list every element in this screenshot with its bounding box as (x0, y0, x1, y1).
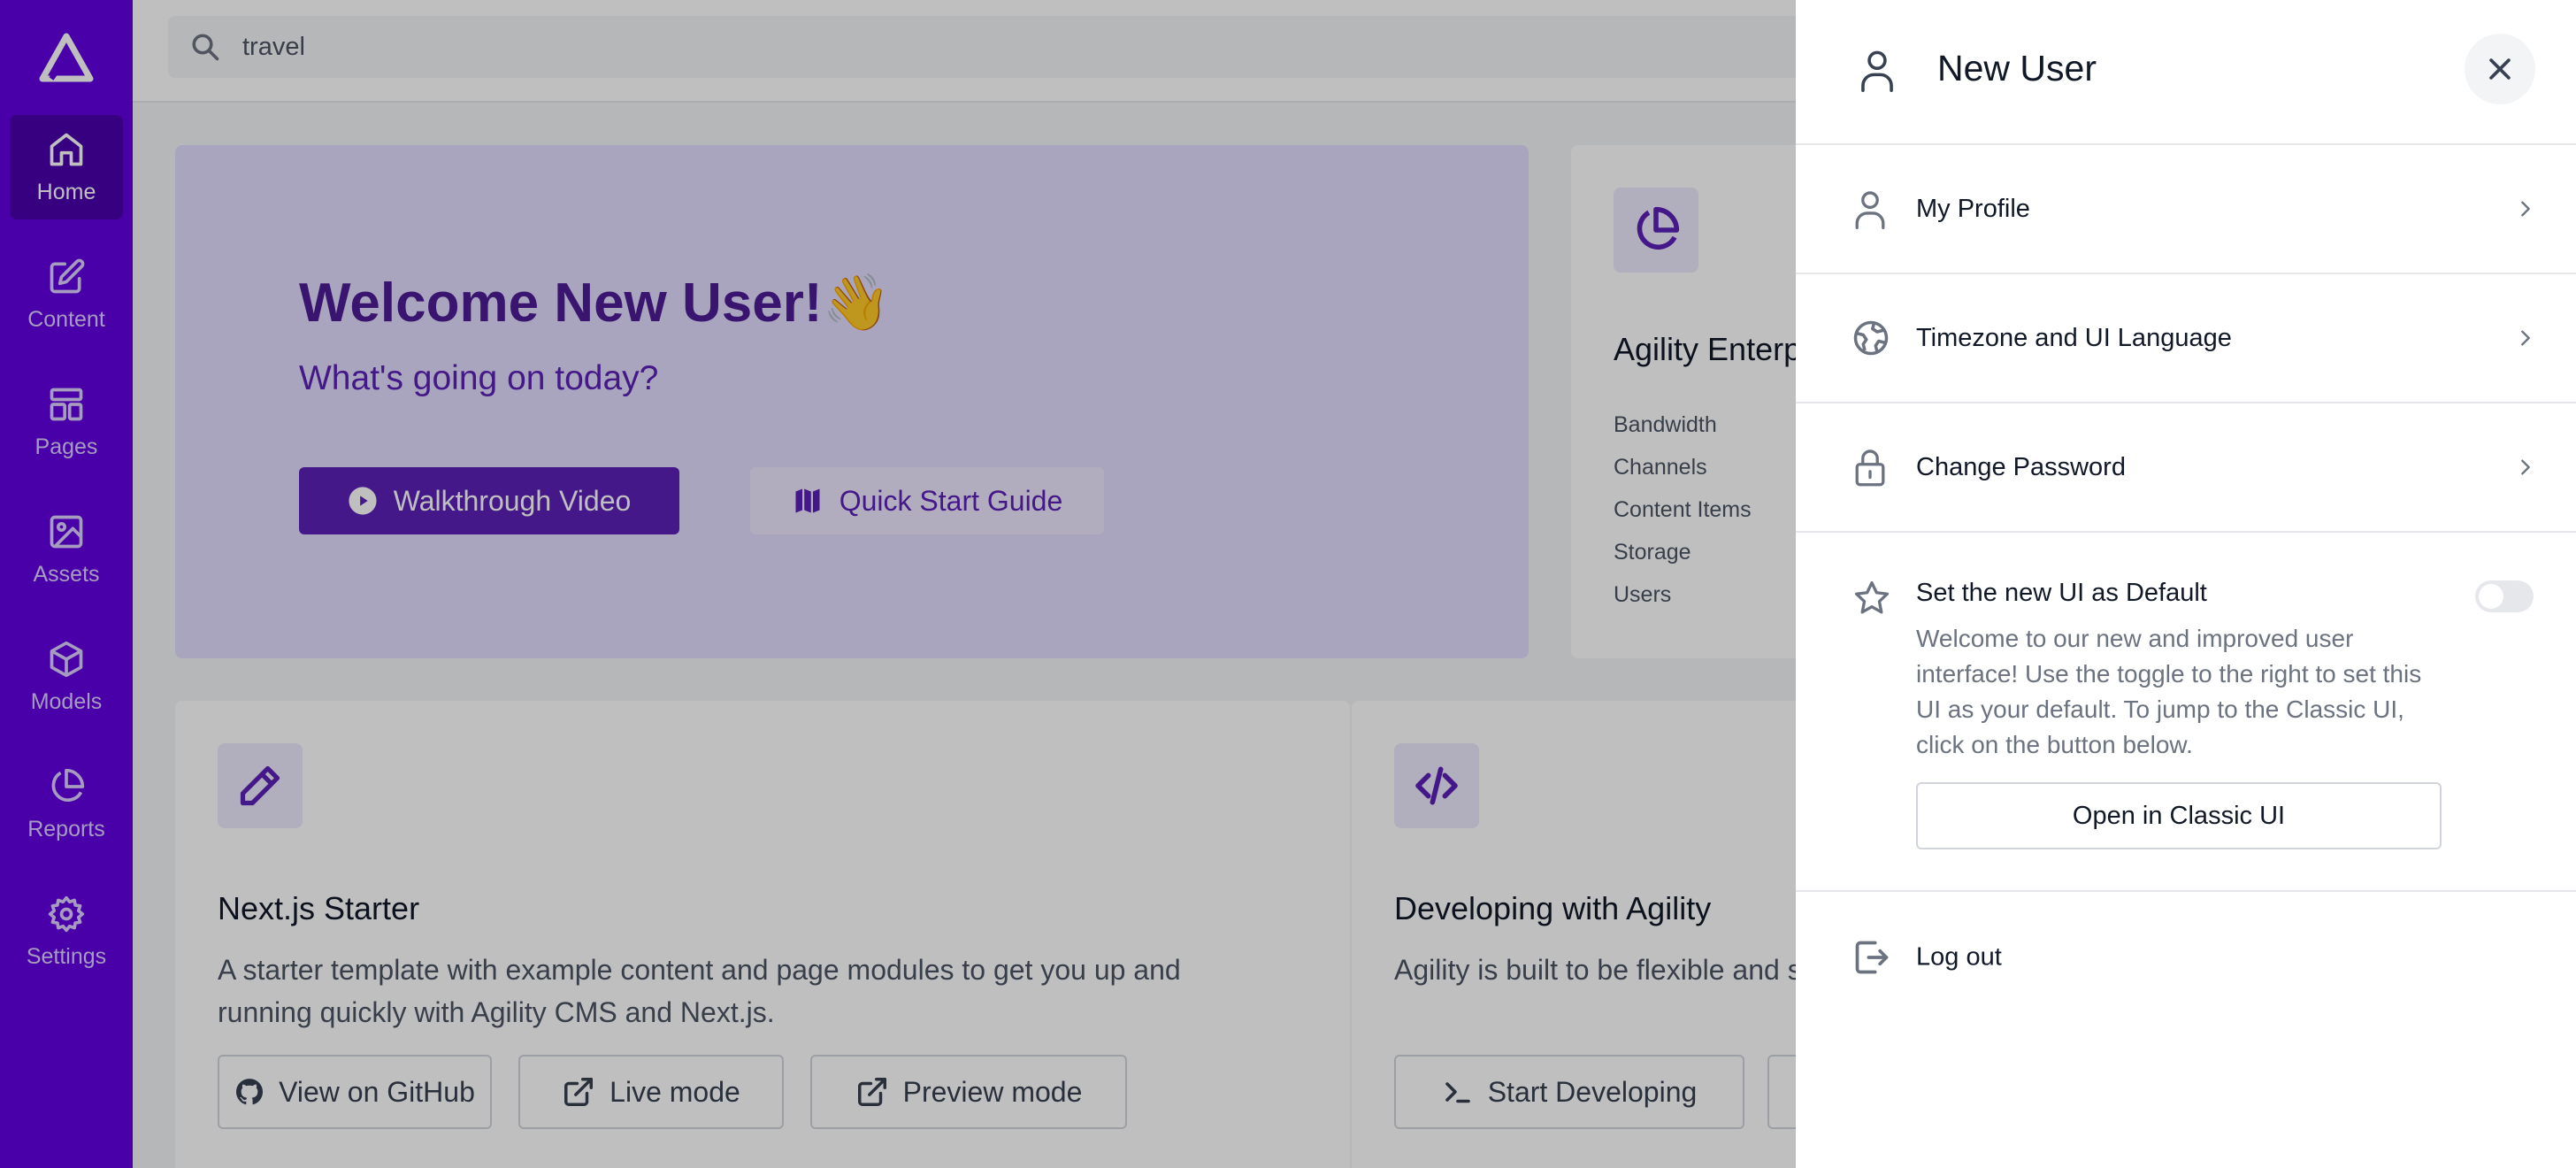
default-ui-description: Welcome to our new and improved user int… (1916, 625, 2422, 758)
logout-item[interactable]: Log out (1796, 892, 2576, 1023)
default-ui-section: Set the new UI as Default Welcome to our… (1796, 533, 2576, 892)
default-ui-toggle[interactable] (2475, 580, 2534, 612)
menu-item-label: My Profile (1916, 194, 2030, 223)
toggle-knob (2479, 584, 2503, 609)
user-menu-drawer: New User My Profile Timezone and UI Lang… (1796, 0, 2576, 1168)
drawer-header: New User (1796, 0, 2576, 145)
menu-item-timezone-language[interactable]: Timezone and UI Language (1796, 274, 2576, 403)
menu-item-label: Change Password (1916, 452, 2126, 481)
user-icon (1855, 191, 1885, 229)
menu-item-change-password[interactable]: Change Password (1796, 403, 2576, 533)
chevron-right-icon (2521, 459, 2530, 475)
close-icon (2489, 58, 2511, 80)
open-classic-ui-button[interactable]: Open in Classic UI (1916, 782, 2442, 849)
user-icon (1861, 50, 1893, 92)
logout-label: Log out (1916, 942, 2002, 972)
star-icon (1854, 580, 1890, 614)
drawer-title: New User (1937, 48, 2097, 88)
close-button[interactable] (2465, 34, 2535, 104)
logout-icon (1855, 941, 1889, 974)
chevron-right-icon (2521, 201, 2530, 217)
default-ui-title: Set the new UI as Default (1916, 579, 2207, 607)
lock-icon (1855, 450, 1885, 487)
menu-item-label: Timezone and UI Language (1916, 323, 2232, 352)
menu-item-my-profile[interactable]: My Profile (1796, 145, 2576, 274)
globe-icon (1853, 320, 1889, 356)
modal-backdrop[interactable] (0, 0, 1796, 1168)
chevron-right-icon (2521, 330, 2530, 346)
